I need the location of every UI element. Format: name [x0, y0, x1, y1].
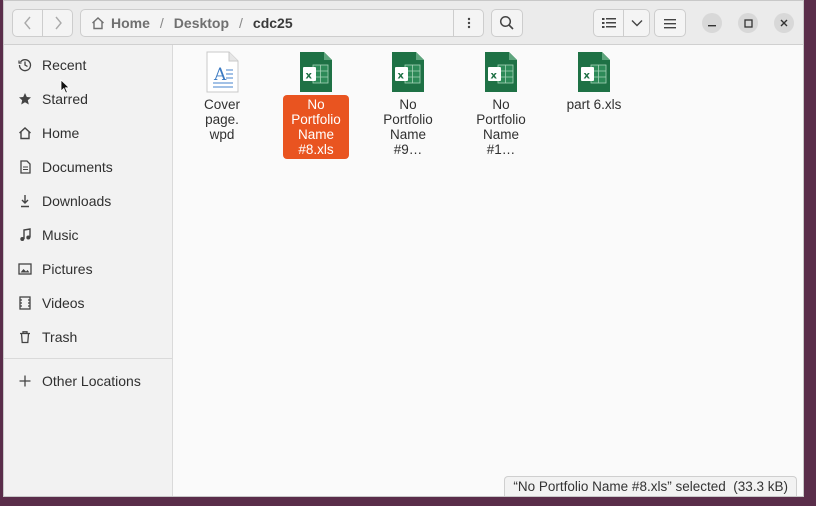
hamburger-icon [664, 18, 676, 28]
chevron-left-icon [23, 16, 31, 30]
file-name: No Portfolio Name #9… [383, 97, 433, 157]
svg-text:x: x [491, 71, 498, 82]
file-item[interactable]: x No Portfolio Name #9… [367, 45, 449, 159]
download-icon [16, 192, 34, 210]
excel-file-icon: x [300, 52, 332, 92]
header-bar: Home / Desktop / cdc25 [4, 1, 803, 45]
svg-text:x: x [584, 71, 591, 82]
path-home-button[interactable]: Home [91, 15, 150, 31]
file-item[interactable]: x No Portfolio Name #1… [460, 45, 542, 159]
chevron-right-icon [54, 16, 62, 30]
path-bar: Home / Desktop / cdc25 [80, 9, 484, 37]
sidebar-item-pictures[interactable]: Pictures [4, 254, 173, 284]
mouse-cursor-icon [60, 79, 70, 94]
sidebar-item-videos[interactable]: Videos [4, 288, 173, 318]
chevron-down-icon [631, 20, 642, 27]
sidebar-item-label: Recent [42, 57, 87, 73]
path-segment-desktop[interactable]: Desktop [174, 15, 229, 31]
star-icon [16, 90, 34, 108]
file-item[interactable]: A Cover page. wpd [181, 45, 263, 144]
maximize-button[interactable] [738, 13, 758, 33]
file-view: A Cover page. wpd x No Portfolio Name #8… [174, 45, 803, 496]
file-item-selected[interactable]: x No Portfolio Name #8.xls [275, 45, 357, 159]
sidebar-item-music[interactable]: Music [4, 220, 173, 250]
video-icon [16, 294, 34, 312]
file-name: No Portfolio Name #1… [476, 97, 526, 157]
sidebar-item-other-locations[interactable]: Other Locations [4, 366, 173, 396]
path-menu-button[interactable] [453, 10, 483, 36]
sidebar-item-starred[interactable]: Starred [4, 84, 173, 114]
sidebar-divider [4, 358, 173, 359]
forward-button[interactable] [42, 9, 73, 37]
list-view-icon [601, 18, 616, 28]
file-name: part 6.xls [566, 97, 622, 112]
path-segment-current[interactable]: cdc25 [253, 15, 293, 31]
sidebar-item-trash[interactable]: Trash [4, 322, 173, 352]
search-icon [499, 15, 514, 30]
file-name: Cover page. wpd [203, 97, 240, 142]
file-manager-window: Home / Desktop / cdc25 Recent Starred Ho… [3, 0, 804, 497]
picture-icon [16, 260, 34, 278]
minimize-button[interactable] [702, 13, 722, 33]
view-options-button[interactable] [624, 9, 650, 37]
sidebar: Recent Starred Home Documents Downloads … [4, 45, 173, 496]
file-name: No Portfolio Name #8.xls [283, 95, 349, 159]
svg-text:x: x [306, 71, 313, 82]
path-separator: / [159, 15, 164, 31]
sidebar-item-label: Documents [42, 159, 113, 175]
sidebar-item-label: Other Locations [42, 373, 141, 389]
minimize-icon [708, 25, 716, 27]
back-button[interactable] [12, 9, 43, 37]
home-icon [92, 17, 104, 30]
svg-text:x: x [398, 71, 405, 82]
clock-icon [16, 56, 34, 74]
plus-icon [16, 372, 34, 390]
sidebar-item-label: Downloads [42, 193, 112, 209]
excel-file-icon: x [485, 52, 517, 92]
sidebar-item-recent[interactable]: Recent [4, 50, 173, 80]
sidebar-item-label: Home [42, 125, 80, 141]
home-icon [16, 124, 34, 142]
file-item[interactable]: x part 6.xls [553, 45, 635, 114]
sidebar-item-label: Videos [42, 295, 85, 311]
document-icon [16, 158, 34, 176]
sidebar-item-label: Trash [42, 329, 78, 345]
maximize-icon [743, 18, 753, 28]
sidebar-item-documents[interactable]: Documents [4, 152, 173, 182]
excel-file-icon: x [578, 52, 610, 92]
sidebar-item-downloads[interactable]: Downloads [4, 186, 173, 216]
status-bar: “No Portfolio Name #8.xls” selected (33.… [504, 476, 797, 496]
path-separator: / [239, 15, 243, 31]
vertical-dots-icon [467, 17, 470, 29]
svg-text:A: A [213, 65, 227, 85]
close-button[interactable] [774, 13, 794, 33]
sidebar-item-home[interactable]: Home [4, 118, 173, 148]
music-icon [16, 226, 34, 244]
sidebar-item-label: Music [42, 227, 79, 243]
wpd-document-icon: A [206, 51, 239, 93]
excel-file-icon: x [392, 52, 424, 92]
path-segment-home: Home [111, 15, 150, 31]
search-button[interactable] [491, 9, 523, 37]
sidebar-item-label: Pictures [42, 261, 93, 277]
list-view-button[interactable] [593, 9, 624, 37]
main-menu-button[interactable] [654, 9, 686, 37]
trash-icon [16, 328, 34, 346]
close-icon [780, 19, 788, 27]
view-toggle-group [593, 9, 650, 37]
